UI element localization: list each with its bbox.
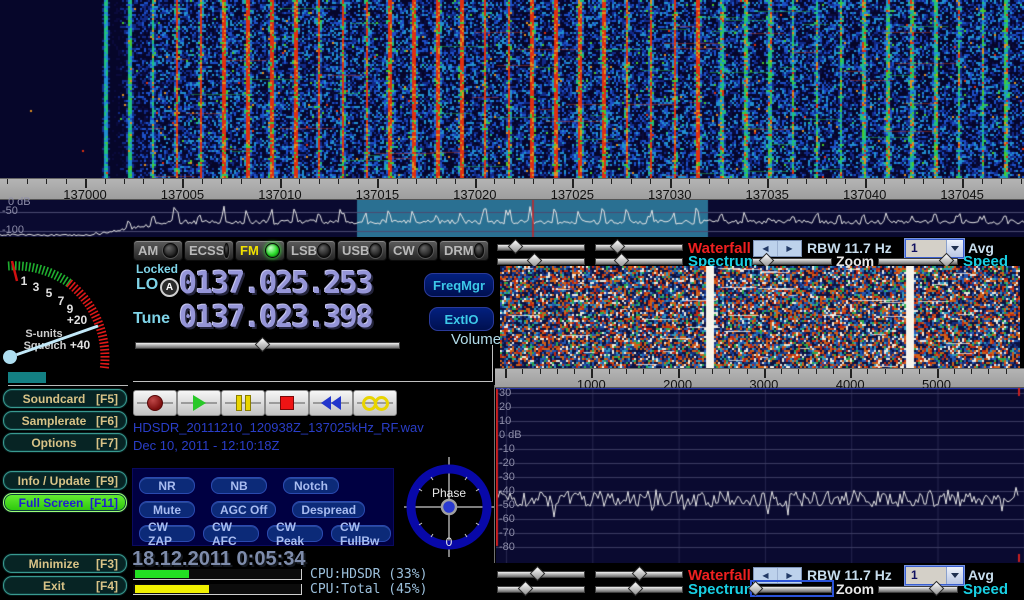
rf-spectrum-display[interactable] xyxy=(0,200,1024,237)
record-button[interactable] xyxy=(133,390,177,416)
rf-frequency-scale[interactable]: 1370001370051370101370151370201370251370… xyxy=(0,178,1024,200)
mode-led xyxy=(369,243,382,258)
cpu-hdsdr-bar xyxy=(133,569,302,580)
mode-button-am[interactable]: AM xyxy=(133,240,183,261)
sidebar-button-options[interactable]: Options[F7] xyxy=(3,433,127,452)
mode-button-lsb[interactable]: LSB xyxy=(286,240,336,261)
volume-section-bracket xyxy=(133,345,493,382)
bottom-waterfall-brightness-slider[interactable] xyxy=(497,567,585,580)
bottom-zoom-slider[interactable] xyxy=(752,582,832,595)
cpu-hdsdr-text: CPU:HDSDR (33%) xyxy=(310,567,427,582)
sidebar-button-soundcard[interactable]: Soundcard[F5] xyxy=(3,389,127,408)
loop-button[interactable] xyxy=(353,390,397,416)
cpu-total-text: CPU:Total (45%) xyxy=(310,582,427,597)
record-icon xyxy=(147,395,163,411)
audio-waterfall-display[interactable] xyxy=(500,266,1020,368)
audio-spectrum-display[interactable] xyxy=(496,388,1024,563)
tune-label: Tune xyxy=(133,310,170,328)
play-icon xyxy=(193,395,206,411)
squelch-level-bar[interactable] xyxy=(8,372,46,383)
smeter-tick-3: 3 xyxy=(33,280,40,294)
loop-icon xyxy=(362,396,389,411)
mode-led xyxy=(163,243,178,258)
mode-led xyxy=(418,243,433,258)
bottom-waterfall-contrast-slider[interactable] xyxy=(595,567,683,580)
top-waterfall-contrast-slider[interactable] xyxy=(595,240,683,253)
mode-led xyxy=(224,243,229,258)
cw-fullbw-button[interactable]: CW FullBw xyxy=(331,525,391,542)
freqmgr-button[interactable]: FreqMgr xyxy=(424,273,494,297)
agc-off-button[interactable]: AGC Off xyxy=(211,501,276,518)
cpu-total-bar xyxy=(133,584,302,595)
mode-led xyxy=(265,243,280,258)
lo-label: LO xyxy=(136,276,158,294)
stop-icon xyxy=(280,396,294,410)
sidebar-button-samplerate[interactable]: Samplerate[F6] xyxy=(3,411,127,430)
extio-button[interactable]: ExtIO xyxy=(429,307,494,331)
stop-button[interactable] xyxy=(265,390,309,416)
rewind-button[interactable] xyxy=(309,390,353,416)
lo-frequency-display[interactable]: 0137.025.253 xyxy=(179,266,372,301)
cw-afc-button[interactable]: CW AFC xyxy=(203,525,259,542)
rf-waterfall-display[interactable] xyxy=(0,0,1024,178)
notch-button[interactable]: Notch xyxy=(283,477,339,494)
despread-button[interactable]: Despread xyxy=(292,501,365,518)
mode-button-drm[interactable]: DRM xyxy=(439,240,489,261)
rewind-icon xyxy=(321,396,341,410)
recording-file-date: Dec 10, 2011 - 12:10:18Z xyxy=(133,438,279,453)
mode-led xyxy=(474,243,484,258)
phase-dial[interactable]: Phase 0 xyxy=(404,457,494,557)
smeter-tick-40: +40 xyxy=(70,338,91,352)
cw-peak-button[interactable]: CW Peak xyxy=(267,525,323,542)
phase-label: Phase xyxy=(432,486,466,500)
dsp-panel: NR NB Notch Mute AGC Off Despread CW ZAP… xyxy=(132,468,394,546)
pause-button[interactable] xyxy=(221,390,265,416)
smeter-tick-1: 1 xyxy=(21,274,28,288)
mode-button-fm[interactable]: FM xyxy=(235,240,285,261)
smeter-tick-20: +20 xyxy=(67,313,88,327)
play-button[interactable] xyxy=(177,390,221,416)
audio-frequency-scale[interactable]: 10002000300040005000 xyxy=(495,368,1024,388)
mode-button-usb[interactable]: USB xyxy=(337,240,387,261)
nr-button[interactable]: NR xyxy=(139,477,195,494)
phase-knob xyxy=(442,500,456,514)
squelch-underline xyxy=(8,385,128,386)
bottom-speed-label: Speed xyxy=(963,581,1008,598)
mode-button-cw[interactable]: CW xyxy=(388,240,438,261)
cw-zap-button[interactable]: CW ZAP xyxy=(139,525,195,542)
pause-icon xyxy=(236,395,251,411)
s-meter[interactable]: 1 3 5 7 9 +20 +40 S-units Squelch xyxy=(0,238,130,383)
bottom-zoom-label: Zoom xyxy=(836,581,874,597)
locked-indicator: Locked xyxy=(136,262,178,276)
sidebar-button-exit[interactable]: Exit[F4] xyxy=(3,576,127,595)
hdsdr-window: 1370001370051370101370151370201370251370… xyxy=(0,0,1024,600)
top-waterfall-brightness-slider[interactable] xyxy=(497,240,585,253)
sidebar-button-minimize[interactable]: Minimize[F3] xyxy=(3,554,127,573)
mode-button-ecss[interactable]: ECSS xyxy=(184,240,234,261)
bottom-spectrum-label[interactable]: Spectrum xyxy=(688,581,757,598)
nb-button[interactable]: NB xyxy=(211,477,267,494)
sidebar-button-full-screen[interactable]: Full Screen[F11] xyxy=(3,493,127,512)
sidebar-button-info-update[interactable]: Info / Update[F9] xyxy=(3,471,127,490)
tune-frequency-display[interactable]: 0137.023.398 xyxy=(179,300,372,335)
utc-datetime: 18.12.2011 0:05:34 xyxy=(132,548,306,571)
mute-button[interactable]: Mute xyxy=(139,501,195,518)
smeter-units-label: S-units xyxy=(25,328,62,340)
bottom-speed-slider[interactable] xyxy=(878,582,958,595)
rf-db-label-50: -50 xyxy=(2,205,18,217)
rf-db-label-100: -100 xyxy=(2,224,24,236)
smeter-tick-5: 5 xyxy=(46,286,53,300)
smeter-tick-7: 7 xyxy=(58,294,65,308)
bottom-spectrum-range-slider[interactable] xyxy=(497,582,585,595)
mode-led xyxy=(317,243,331,258)
recording-filename: HDSDR_20111210_120938Z_137025kHz_RF.wav xyxy=(133,420,424,435)
lo-auto-badge-icon[interactable]: A xyxy=(160,278,179,297)
bottom-spectrum-offset-slider[interactable] xyxy=(595,582,683,595)
phase-value: 0 xyxy=(446,535,453,549)
